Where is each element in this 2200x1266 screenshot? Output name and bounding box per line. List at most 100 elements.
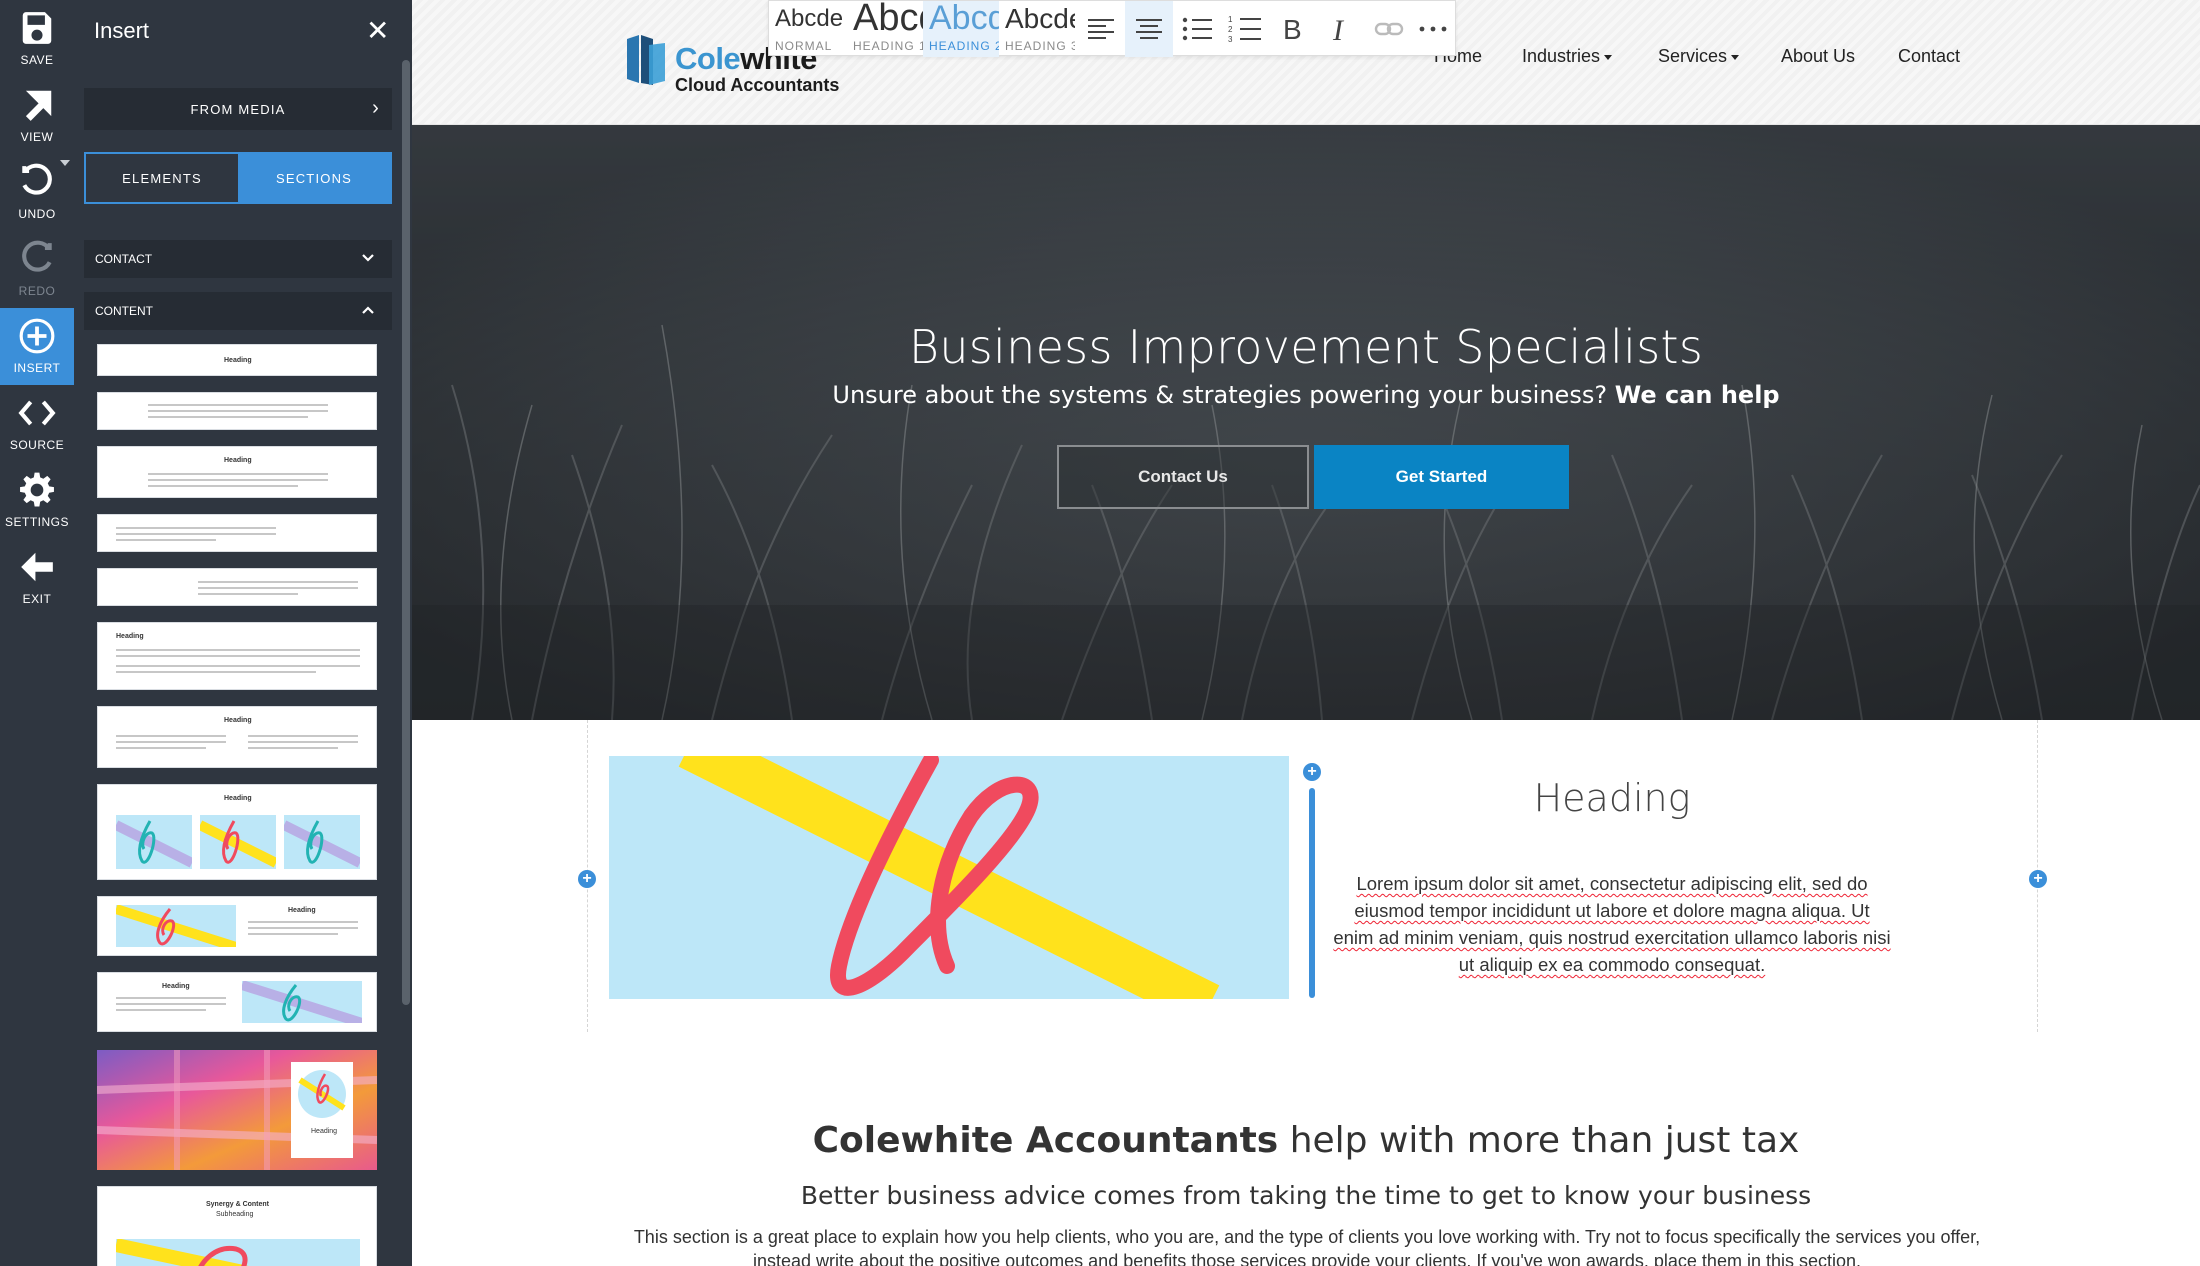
insert-label: INSERT — [13, 361, 61, 375]
panel-scrollbar[interactable] — [402, 60, 410, 1005]
bold-button[interactable]: B — [1269, 1, 1317, 57]
insert-icon — [19, 318, 55, 354]
source-button[interactable]: SOURCE — [0, 385, 74, 462]
section-template-heading-left-text[interactable]: Heading — [97, 622, 377, 690]
undo-dropdown-caret[interactable] — [60, 160, 70, 166]
panel-title: Insert — [94, 18, 150, 43]
logo-mark-icon — [627, 35, 665, 85]
source-icon — [18, 400, 56, 426]
section-body[interactable]: Lorem ipsum dolor sit amet, consectetur … — [1332, 870, 1892, 978]
bullet-list-icon — [1182, 17, 1212, 41]
align-left-button[interactable] — [1077, 1, 1125, 57]
from-media-button[interactable]: FROM MEDIA › — [84, 88, 392, 130]
section-template-two-columns[interactable]: Heading — [97, 706, 377, 768]
chevron-down-icon — [362, 254, 374, 262]
nav-about-us[interactable]: About Us — [1781, 46, 1855, 67]
nav-services[interactable]: Services — [1658, 46, 1740, 67]
align-center-button[interactable] — [1125, 1, 1173, 57]
section-template-text-right[interactable] — [97, 568, 377, 606]
template-heading-text: Heading — [288, 907, 316, 914]
nav-contact[interactable]: Contact — [1898, 46, 1960, 67]
section-template-three-images[interactable]: Heading — [97, 784, 377, 880]
exit-button[interactable]: EXIT — [0, 539, 74, 616]
style-heading-1-caption: HEADING 1 — [853, 39, 923, 53]
contact-us-button[interactable]: Contact Us — [1057, 445, 1309, 509]
from-media-label: FROM MEDIA — [190, 101, 286, 117]
tab-elements[interactable]: ELEMENTS — [86, 154, 238, 202]
template-heading-text: Heading — [311, 1128, 338, 1135]
more-button[interactable] — [1409, 1, 1457, 57]
settings-button[interactable]: SETTINGS — [0, 462, 74, 539]
template-heading-text: Heading — [116, 633, 144, 640]
section-image-graphic — [609, 756, 1289, 999]
style-normal-caption: NORMAL — [775, 39, 833, 53]
align-center-icon — [1136, 19, 1162, 39]
category-content[interactable]: CONTENT — [84, 292, 392, 330]
get-started-button[interactable]: Get Started — [1314, 445, 1569, 509]
add-column-left-icon[interactable]: + — [578, 870, 596, 888]
svg-text:B: B — [1283, 15, 1302, 43]
redo-button[interactable]: REDO — [0, 231, 74, 308]
chevron-right-icon: › — [372, 97, 380, 119]
nav-industries-label: Industries — [1522, 46, 1601, 66]
exit-icon — [21, 552, 53, 582]
section-template-image-right[interactable]: Heading — [97, 972, 377, 1032]
section-template-heading-text[interactable]: Heading — [97, 446, 377, 498]
editor-toolbar: SAVE VIEW UNDO REDO INSERT SOURCE SETTIN… — [0, 0, 74, 1266]
tab-sections[interactable]: SECTIONS — [238, 154, 390, 202]
section-heading[interactable]: Heading — [1332, 776, 1892, 820]
section-template-text[interactable] — [97, 392, 377, 430]
section-image[interactable] — [609, 756, 1289, 999]
view-button[interactable]: VIEW — [0, 77, 74, 154]
more-icon — [1419, 26, 1447, 32]
view-icon — [25, 90, 52, 121]
style-heading-2-caption: HEADING 2 — [929, 39, 999, 53]
category-contact-label: CONTACT — [95, 252, 153, 266]
category-contact[interactable]: CONTACT — [84, 240, 392, 278]
caret-down-icon — [1604, 54, 1613, 60]
section-template-text-left[interactable] — [97, 514, 377, 552]
add-row-icon[interactable]: + — [1303, 763, 1321, 781]
template-heading-text: Heading — [224, 357, 252, 364]
intro-heading[interactable]: Colewhite Accountants help with more tha… — [412, 1120, 2200, 1161]
italic-button[interactable]: I — [1317, 1, 1365, 57]
section-template-heading[interactable]: Heading — [97, 344, 377, 376]
source-label: SOURCE — [9, 438, 65, 452]
add-column-right-icon[interactable]: + — [2029, 870, 2047, 888]
link-button[interactable] — [1365, 1, 1413, 57]
section-template-colorful-card[interactable]: Heading — [97, 1050, 377, 1170]
save-button[interactable]: SAVE — [0, 0, 74, 77]
settings-label: SETTINGS — [4, 515, 69, 529]
style-heading-1[interactable]: Abcde HEADING 1 — [847, 1, 923, 57]
hero-section: Business Improvement Specialists Unsure … — [412, 125, 2200, 720]
hero-title: Business Improvement Specialists — [908, 320, 1704, 374]
style-heading-2[interactable]: Abcde HEADING 2 — [923, 1, 999, 57]
template-synergy-title: Synergy & Content — [206, 1201, 270, 1208]
template-heading-text: Heading — [224, 795, 252, 802]
insert-button[interactable]: INSERT — [0, 308, 74, 385]
close-icon[interactable]: ✕ — [366, 14, 389, 47]
style-normal-preview: Abcde — [775, 5, 844, 32]
bullet-list-button[interactable] — [1173, 1, 1221, 57]
column-resize-handle[interactable] — [1309, 788, 1315, 998]
section-template-synergy[interactable]: Synergy & Content Subheading — [97, 1186, 377, 1266]
section-template-image-left[interactable]: Heading — [97, 896, 377, 956]
site-canvas: Colewhite Cloud Accountants Home Industr… — [412, 0, 2200, 1266]
align-left-icon — [1088, 19, 1114, 39]
save-label: SAVE — [20, 53, 54, 67]
intro-subheading[interactable]: Better business advice comes from taking… — [412, 1181, 2200, 1210]
bold-icon: B — [1283, 15, 1302, 43]
undo-icon — [22, 163, 52, 195]
numbered-list-button[interactable]: 123 — [1221, 1, 1269, 57]
svg-text:1: 1 — [1228, 15, 1233, 24]
style-normal[interactable]: Abcde NORMAL — [769, 1, 847, 57]
nav-industries[interactable]: Industries — [1522, 46, 1613, 67]
format-toolbar: Abcde NORMAL Abcde HEADING 1 Abcde HEADI… — [768, 0, 1457, 57]
exit-label: EXIT — [22, 592, 52, 606]
category-content-label: CONTENT — [95, 304, 153, 318]
intro-paragraph[interactable]: This section is a great place to explain… — [622, 1225, 1992, 1266]
template-background — [97, 1050, 377, 1170]
hero-background-image — [412, 125, 2200, 720]
nav-services-label: Services — [1658, 46, 1728, 66]
style-heading-3[interactable]: Abcde HEADING 3 — [999, 1, 1075, 57]
